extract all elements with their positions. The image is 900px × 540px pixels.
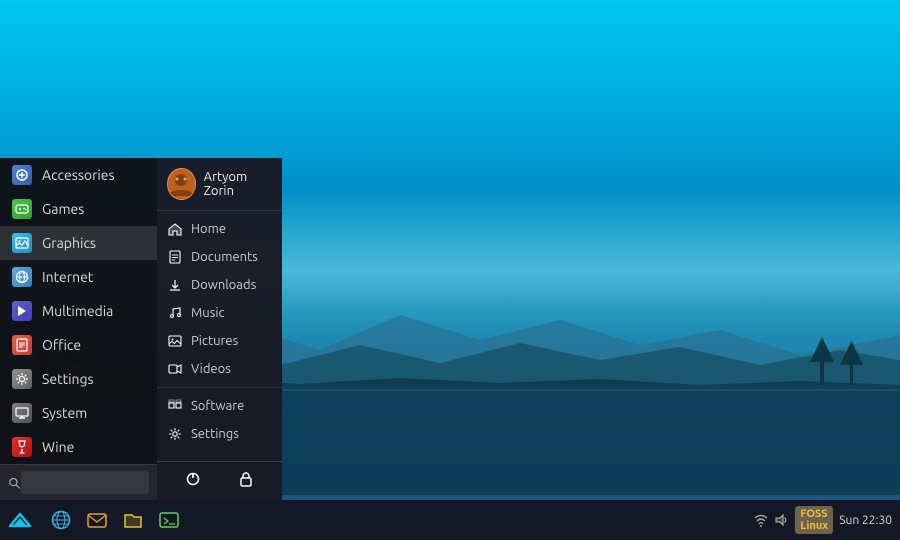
- right-nav-items: Home Documents Downloads: [157, 211, 282, 461]
- user-header[interactable]: Artyom Zorin: [157, 158, 282, 211]
- wine-label: Wine: [42, 439, 74, 455]
- games-label: Games: [42, 201, 84, 217]
- pictures-icon: [167, 334, 183, 348]
- lock-button[interactable]: [232, 468, 260, 494]
- foss-text: FOSS: [800, 508, 827, 520]
- multimedia-label: Multimedia: [42, 303, 113, 319]
- right-nav-home[interactable]: Home: [157, 215, 282, 243]
- videos-label: Videos: [191, 362, 231, 376]
- internet-label: Internet: [42, 269, 93, 285]
- settings2-label: Settings: [191, 427, 239, 441]
- foss-linux-badge: FOSS Linux: [795, 506, 833, 534]
- documents-label: Documents: [191, 250, 258, 264]
- search-icon: [8, 476, 21, 490]
- documents-icon: [167, 250, 183, 264]
- separator: [157, 387, 282, 388]
- menu-item-system[interactable]: System: [0, 396, 157, 430]
- left-panel: Accessories Games Graphics: [0, 158, 157, 500]
- menu-item-multimedia[interactable]: Multimedia: [0, 294, 157, 328]
- home-icon: [167, 222, 183, 236]
- search-bar: [0, 464, 157, 500]
- clock: Sun 22:30: [839, 514, 892, 527]
- taskbar-right: FOSS Linux Sun 22:30: [753, 506, 900, 534]
- settings-label: Settings: [42, 371, 94, 387]
- power-button[interactable]: [179, 468, 207, 494]
- accessories-label: Accessories: [42, 167, 115, 183]
- start-menu: Accessories Games Graphics: [0, 158, 282, 500]
- taskbar-terminal[interactable]: [152, 503, 186, 537]
- games-icon: [12, 199, 32, 219]
- taskbar-icons: [40, 503, 186, 537]
- search-input[interactable]: [21, 471, 149, 494]
- menu-item-office[interactable]: Office: [0, 328, 157, 362]
- right-nav-documents[interactable]: Documents: [157, 243, 282, 271]
- accessories-icon: [12, 165, 32, 185]
- menu-item-internet[interactable]: Internet: [0, 260, 157, 294]
- office-icon: [12, 335, 32, 355]
- music-label: Music: [191, 306, 225, 320]
- right-panel: Artyom Zorin Home Documents: [157, 158, 282, 500]
- menu-item-settings[interactable]: Settings: [0, 362, 157, 396]
- time-display: Sun 22:30: [839, 514, 892, 527]
- settings-icon: [12, 369, 32, 389]
- downloads-icon: [167, 278, 183, 292]
- home-label: Home: [191, 222, 226, 236]
- menu-item-graphics[interactable]: Graphics: [0, 226, 157, 260]
- multimedia-icon: [12, 301, 32, 321]
- user-name: Artyom Zorin: [204, 170, 272, 198]
- desktop: Accessories Games Graphics: [0, 0, 900, 540]
- right-nav-pictures[interactable]: Pictures: [157, 327, 282, 355]
- pictures-label: Pictures: [191, 334, 238, 348]
- right-panel-bottom: [157, 461, 282, 500]
- software-icon: [167, 399, 183, 413]
- avatar: [167, 168, 196, 200]
- menu-items-list: Accessories Games Graphics: [0, 158, 157, 464]
- start-button[interactable]: [0, 500, 40, 540]
- downloads-label: Downloads: [191, 278, 256, 292]
- system-label: System: [42, 405, 87, 421]
- videos-icon: [167, 362, 183, 376]
- internet-icon: [12, 267, 32, 287]
- graphics-label: Graphics: [42, 235, 96, 251]
- system-icon: [12, 403, 32, 423]
- network-icon: [753, 512, 769, 528]
- volume-icon: [773, 512, 789, 528]
- right-nav-videos[interactable]: Videos: [157, 355, 282, 383]
- right-nav-music[interactable]: Music: [157, 299, 282, 327]
- wine-icon: [12, 437, 32, 457]
- menu-item-games[interactable]: Games: [0, 192, 157, 226]
- settings2-icon: [167, 427, 183, 441]
- taskbar: FOSS Linux Sun 22:30: [0, 500, 900, 540]
- right-nav-software[interactable]: Software: [157, 392, 282, 420]
- menu-item-accessories[interactable]: Accessories: [0, 158, 157, 192]
- right-nav-downloads[interactable]: Downloads: [157, 271, 282, 299]
- taskbar-files[interactable]: [116, 503, 150, 537]
- taskbar-mail[interactable]: [80, 503, 114, 537]
- music-icon: [167, 306, 183, 320]
- graphics-icon: [12, 233, 32, 253]
- taskbar-browser[interactable]: [44, 503, 78, 537]
- right-nav-settings[interactable]: Settings: [157, 420, 282, 448]
- office-label: Office: [42, 337, 81, 353]
- linux-text: Linux: [800, 520, 828, 532]
- system-tray: [753, 512, 789, 528]
- menu-item-wine[interactable]: Wine: [0, 430, 157, 464]
- software-label: Software: [191, 399, 244, 413]
